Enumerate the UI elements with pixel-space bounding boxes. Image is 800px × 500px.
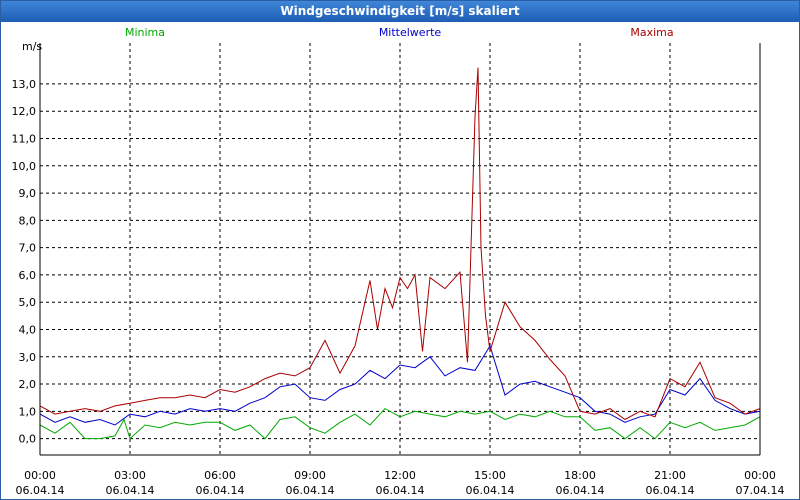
y-tick-label: 8,0 [19,214,37,227]
y-tick-label: 5,0 [19,296,37,309]
y-tick-label: 2,0 [19,378,37,391]
x-tick-time: 06:00 [204,469,236,482]
x-tick-date: 06.04.14 [376,484,425,497]
x-tick-time: 21:00 [654,469,686,482]
legend-item-minima: Minima [125,26,165,39]
x-tick-date: 06.04.14 [556,484,605,497]
wind-speed-chart: 0,0 1,0 2,0 3,0 4,0 5,0 6,0 7,0 8,0 9,0 10,0 11,0 12… [12,26,785,497]
y-tick-label: 12,0 [12,105,37,118]
y-tick-label: 6,0 [19,269,37,282]
y-tick-label: 11,0 [12,132,37,145]
y-tick-label: 1,0 [19,405,37,418]
x-tick-date: 06.04.14 [106,484,155,497]
y-tick-label: 13,0 [12,78,37,91]
y-tick-label: 4,0 [19,323,37,336]
y-tick-label: 7,0 [19,242,37,255]
y-tick-label: 10,0 [12,160,37,173]
y-axis-label: m/s [22,40,42,53]
y-tick-label: 0,0 [19,433,37,446]
x-tick-date: 06.04.14 [646,484,695,497]
y-tick-label: 3,0 [19,351,37,364]
x-tick-date: 07.04.14 [736,484,785,497]
legend: Minima Mittelwerte Maxima [125,26,674,39]
x-tick-date: 06.04.14 [196,484,245,497]
x-tick-time: 15:00 [474,469,506,482]
x-tick-date: 06.04.14 [16,484,65,497]
legend-item-mittelwerte: Mittelwerte [379,26,442,39]
x-tick-time: 12:00 [384,469,416,482]
x-tick-time: 00:00 [24,469,56,482]
x-tick-time: 00:00 [744,469,776,482]
x-tick-date: 06.04.14 [466,484,515,497]
x-tick-date: 06.04.14 [286,484,335,497]
x-tick-time: 18:00 [564,469,596,482]
x-tick-time: 03:00 [114,469,146,482]
legend-item-maxima: Maxima [630,26,673,39]
y-tick-label: 9,0 [19,187,37,200]
x-tick-time: 09:00 [294,469,326,482]
